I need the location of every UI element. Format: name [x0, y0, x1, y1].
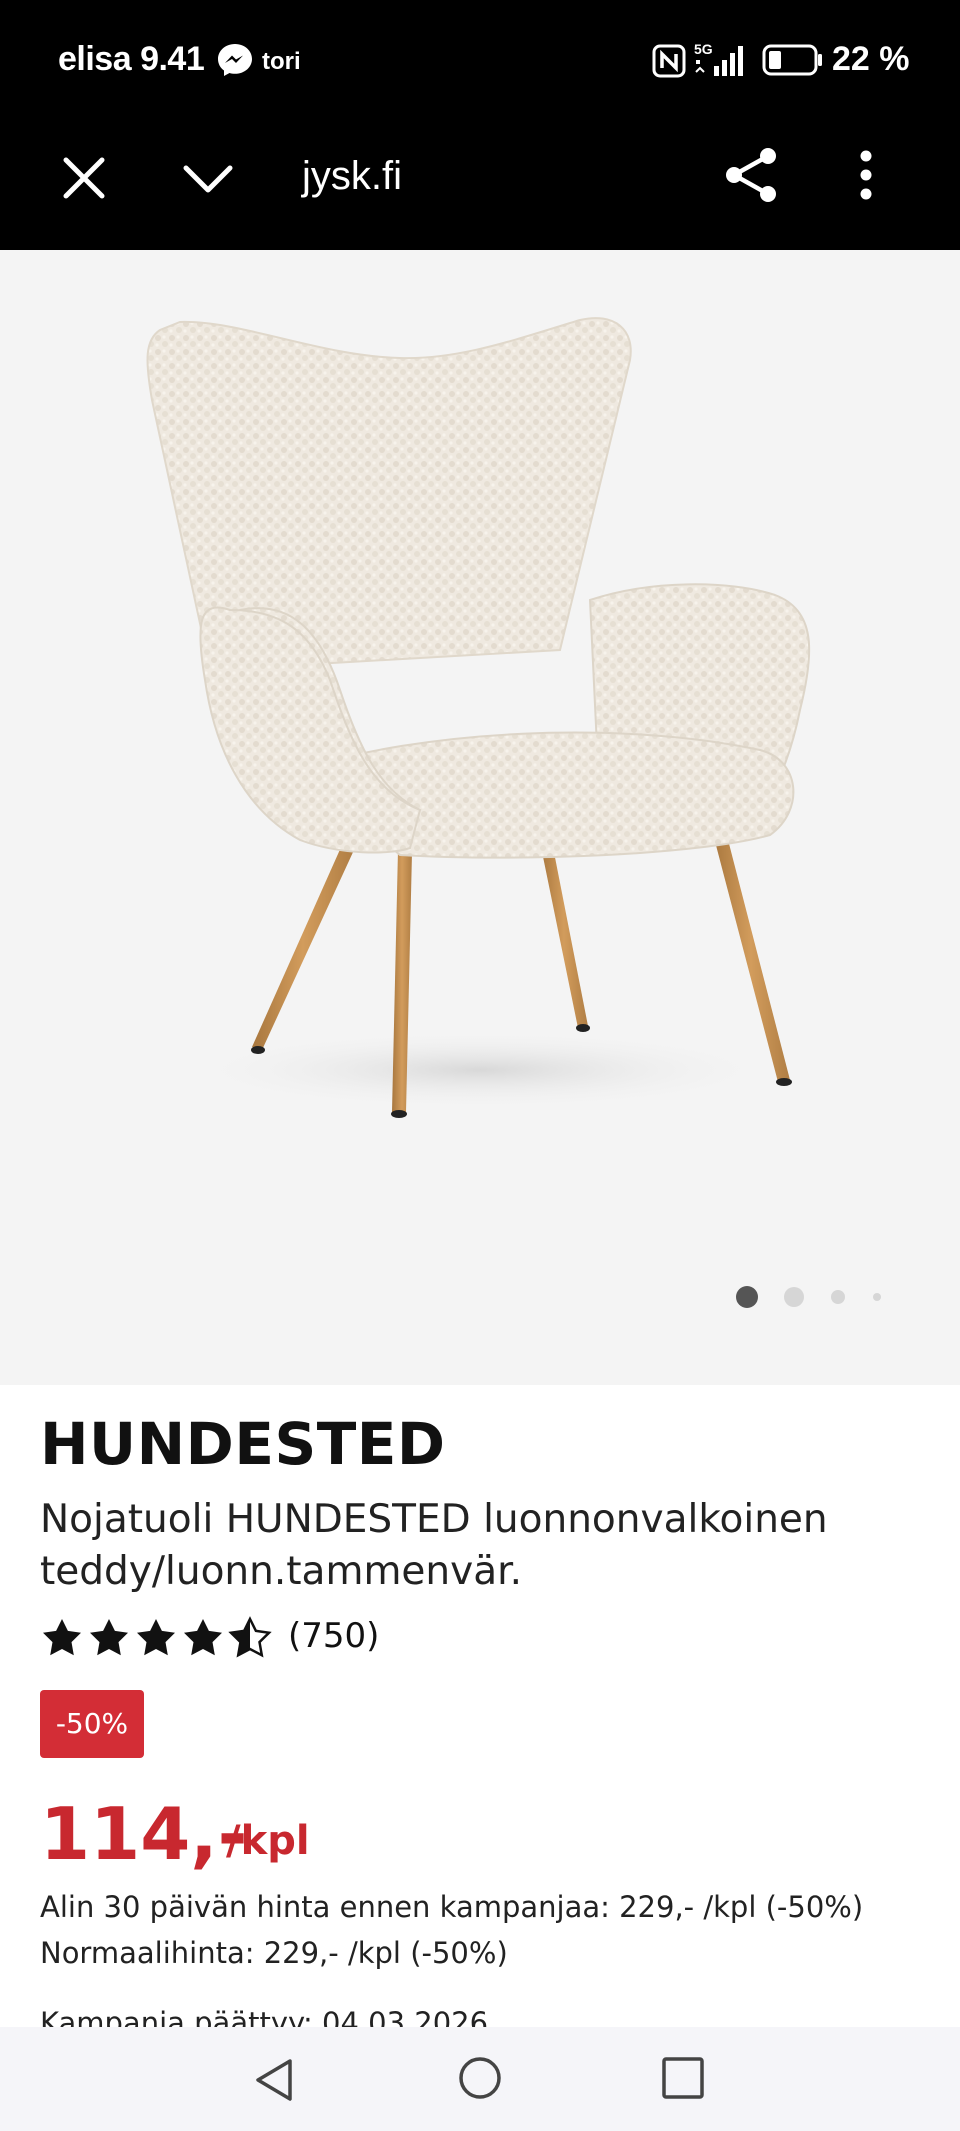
normal-price-info: Normaalihinta: 229,- /kpl (-50%): [40, 1936, 508, 1970]
armchair-product-image: [146, 317, 811, 1118]
browser-toolbar: jysk.fi: [0, 120, 960, 250]
gallery-dot[interactable]: [831, 1290, 845, 1304]
status-bar: elisa 9.41 tori 5G 22 %: [0, 0, 960, 120]
home-icon[interactable]: [455, 2053, 505, 2103]
network-label: 5G: [694, 41, 713, 57]
battery-percentage: 22 %: [832, 40, 910, 78]
product-price: 114,-: [40, 1792, 248, 1876]
product-rating[interactable]: (750): [40, 1612, 640, 1662]
share-icon[interactable]: [720, 144, 782, 206]
product-image-gallery[interactable]: [0, 250, 960, 1385]
system-navigation-bar: [0, 2027, 960, 2131]
chevron-down-icon[interactable]: [180, 150, 236, 206]
product-name: Nojatuoli HUNDESTED luonnonvalkoinen ted…: [40, 1497, 828, 1594]
nfc-icon: [652, 44, 686, 78]
product-brand: HUNDESTED: [40, 1410, 446, 1478]
back-icon[interactable]: [250, 2055, 300, 2105]
battery-icon: [762, 44, 822, 76]
gallery-pagination[interactable]: [730, 1282, 910, 1312]
rating-stars-icon: [43, 1617, 271, 1657]
url-label[interactable]: jysk.fi: [302, 154, 402, 199]
gallery-dot-active[interactable]: [736, 1286, 758, 1308]
more-vertical-icon[interactable]: [846, 144, 886, 206]
review-count[interactable]: (750): [288, 1616, 379, 1656]
discount-badge: -50%: [40, 1690, 144, 1758]
messenger-icon: [218, 44, 252, 76]
close-icon[interactable]: [56, 150, 112, 206]
notification-app-label: tori: [262, 48, 301, 75]
carrier-time: elisa 9.41: [58, 40, 205, 78]
gallery-dot[interactable]: [784, 1287, 804, 1307]
signal-icon: 5G: [694, 41, 743, 76]
lowest-price-info: Alin 30 päivän hinta ennen kampanjaa: 22…: [40, 1890, 864, 1924]
gallery-dot[interactable]: [873, 1293, 881, 1301]
price-unit: /kpl: [226, 1818, 310, 1864]
recent-apps-icon[interactable]: [660, 2055, 706, 2101]
